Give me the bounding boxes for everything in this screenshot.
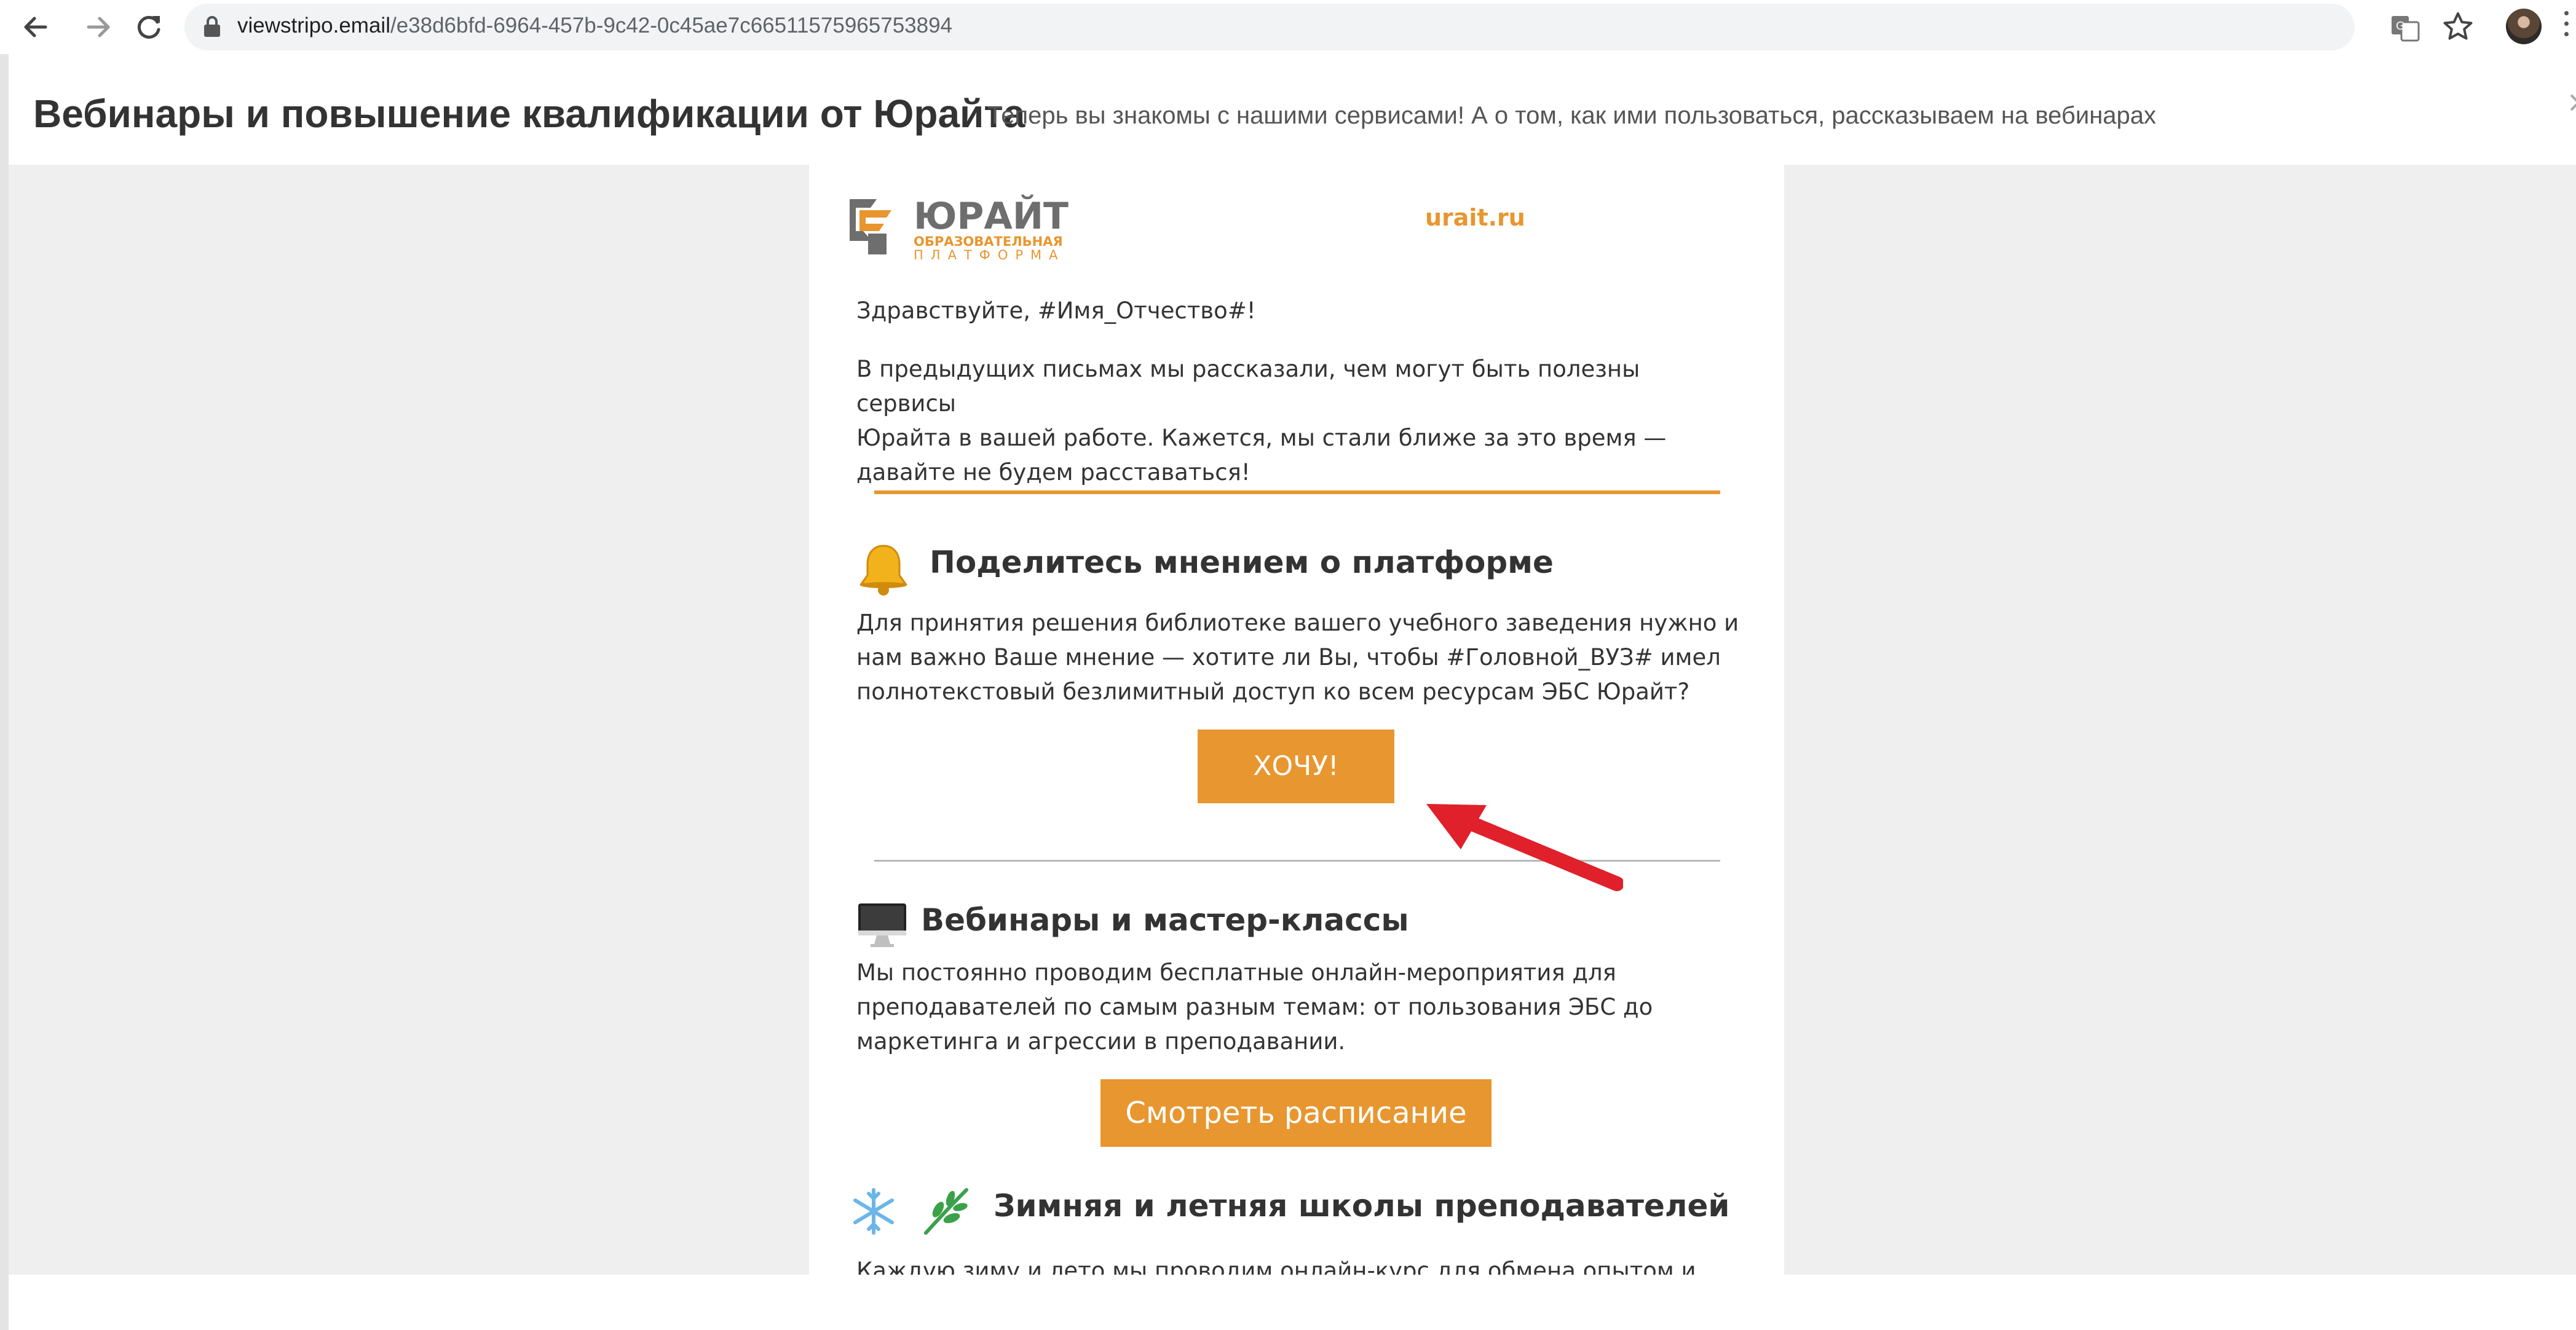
desktop-computer-icon: [858, 903, 906, 947]
section2-line: Мы постоянно проводим бесплатные онлайн-…: [856, 959, 1616, 986]
section3-title: Зимняя и летняя школы преподавателей: [994, 1188, 1730, 1224]
intro-paragraph: В предыдущих письмах мы рассказали, чем …: [856, 352, 1742, 490]
section3-text: Каждую зиму и лето мы проводим онлайн-ку…: [856, 1257, 1696, 1275]
intro-line: Юрайта в вашей работе. Кажется, мы стали…: [856, 425, 1667, 451]
section2-line: преподавателей по самым разным темам: от…: [856, 994, 1653, 1020]
preview-header: Вебинары и повышение квалификации от Юра…: [9, 54, 2576, 165]
url-host: viewstripo.email: [237, 14, 390, 37]
address-bar[interactable]: viewstripo.email/e38d6bfd-6964-457b-9c42…: [184, 4, 2355, 50]
site-link[interactable]: urait.ru: [1425, 204, 1525, 231]
page-title: Вебинары и повышение квалификации от Юра…: [33, 92, 1025, 136]
window-left-edge: [0, 54, 9, 1330]
greeting: Здравствуйте, #Имя_Отчество#!: [856, 297, 1256, 324]
translate-icon[interactable]: G: [2385, 7, 2425, 47]
urait-logo[interactable]: ЮРАЙТ ОБРАЗОВАТЕЛЬНАЯ ПЛАТФОРМА: [847, 194, 1112, 262]
url-path: /e38d6bfd-6964-457b-9c42-0c45ae7c6651157…: [390, 14, 953, 37]
section1-line: полнотекстовый безлимитный доступ ко все…: [856, 679, 1690, 705]
menu-icon[interactable]: [2562, 9, 2570, 45]
schedule-button[interactable]: Смотреть расписание: [1100, 1079, 1491, 1147]
herb-icon: [924, 1188, 968, 1235]
section1-text: Для принятия решения библиотеке вашего у…: [856, 606, 1742, 709]
url-text: viewstripo.email/e38d6bfd-6964-457b-9c42…: [237, 14, 952, 38]
forward-arrow-icon[interactable]: [79, 7, 118, 47]
snowflake-icon: [853, 1188, 894, 1235]
want-button[interactable]: ХОЧУ!: [1198, 730, 1394, 803]
logo-line2: ПЛАТФОРМА: [914, 248, 1065, 262]
browser-toolbar: viewstripo.email/e38d6bfd-6964-457b-9c42…: [0, 0, 2576, 55]
star-icon[interactable]: [2438, 7, 2478, 47]
intro-line: В предыдущих письмах мы рассказали, чем …: [856, 356, 1640, 417]
divider-orange: [874, 490, 1720, 494]
logo-line1: ОБРАЗОВАТЕЛЬНАЯ: [914, 234, 1063, 249]
bell-icon: [859, 545, 907, 596]
section2-title: Вебинары и мастер-классы: [921, 902, 1409, 938]
close-icon[interactable]: ×: [2566, 85, 2576, 119]
avatar[interactable]: [2506, 9, 2542, 44]
section1-title: Поделитесь мнением о платформе: [930, 545, 1554, 580]
svg-text:G: G: [2396, 20, 2404, 33]
email-body: ЮРАЙТ ОБРАЗОВАТЕЛЬНАЯ ПЛАТФОРМА urait.ru…: [809, 165, 1784, 1275]
annotation-arrow-icon: [1426, 804, 1623, 891]
section1-line: нам важно Ваше мнение — хотите ли Вы, чт…: [856, 644, 1721, 671]
section1-line: Для принятия решения библиотеке вашего у…: [856, 610, 1739, 636]
reload-icon[interactable]: [129, 7, 168, 47]
section2-text: Мы постоянно проводим бесплатные онлайн-…: [856, 956, 1742, 1059]
section2-line: маркетинга и агрессии в преподавании.: [856, 1028, 1346, 1055]
back-arrow-icon[interactable]: [16, 7, 55, 47]
lock-icon: [204, 16, 220, 37]
page-subtitle: Теперь вы знакомы с нашими сервисами! А …: [987, 102, 2157, 129]
logo-word: ЮРАЙТ: [914, 194, 1069, 238]
intro-line: давайте не будем расставаться!: [856, 459, 1250, 486]
